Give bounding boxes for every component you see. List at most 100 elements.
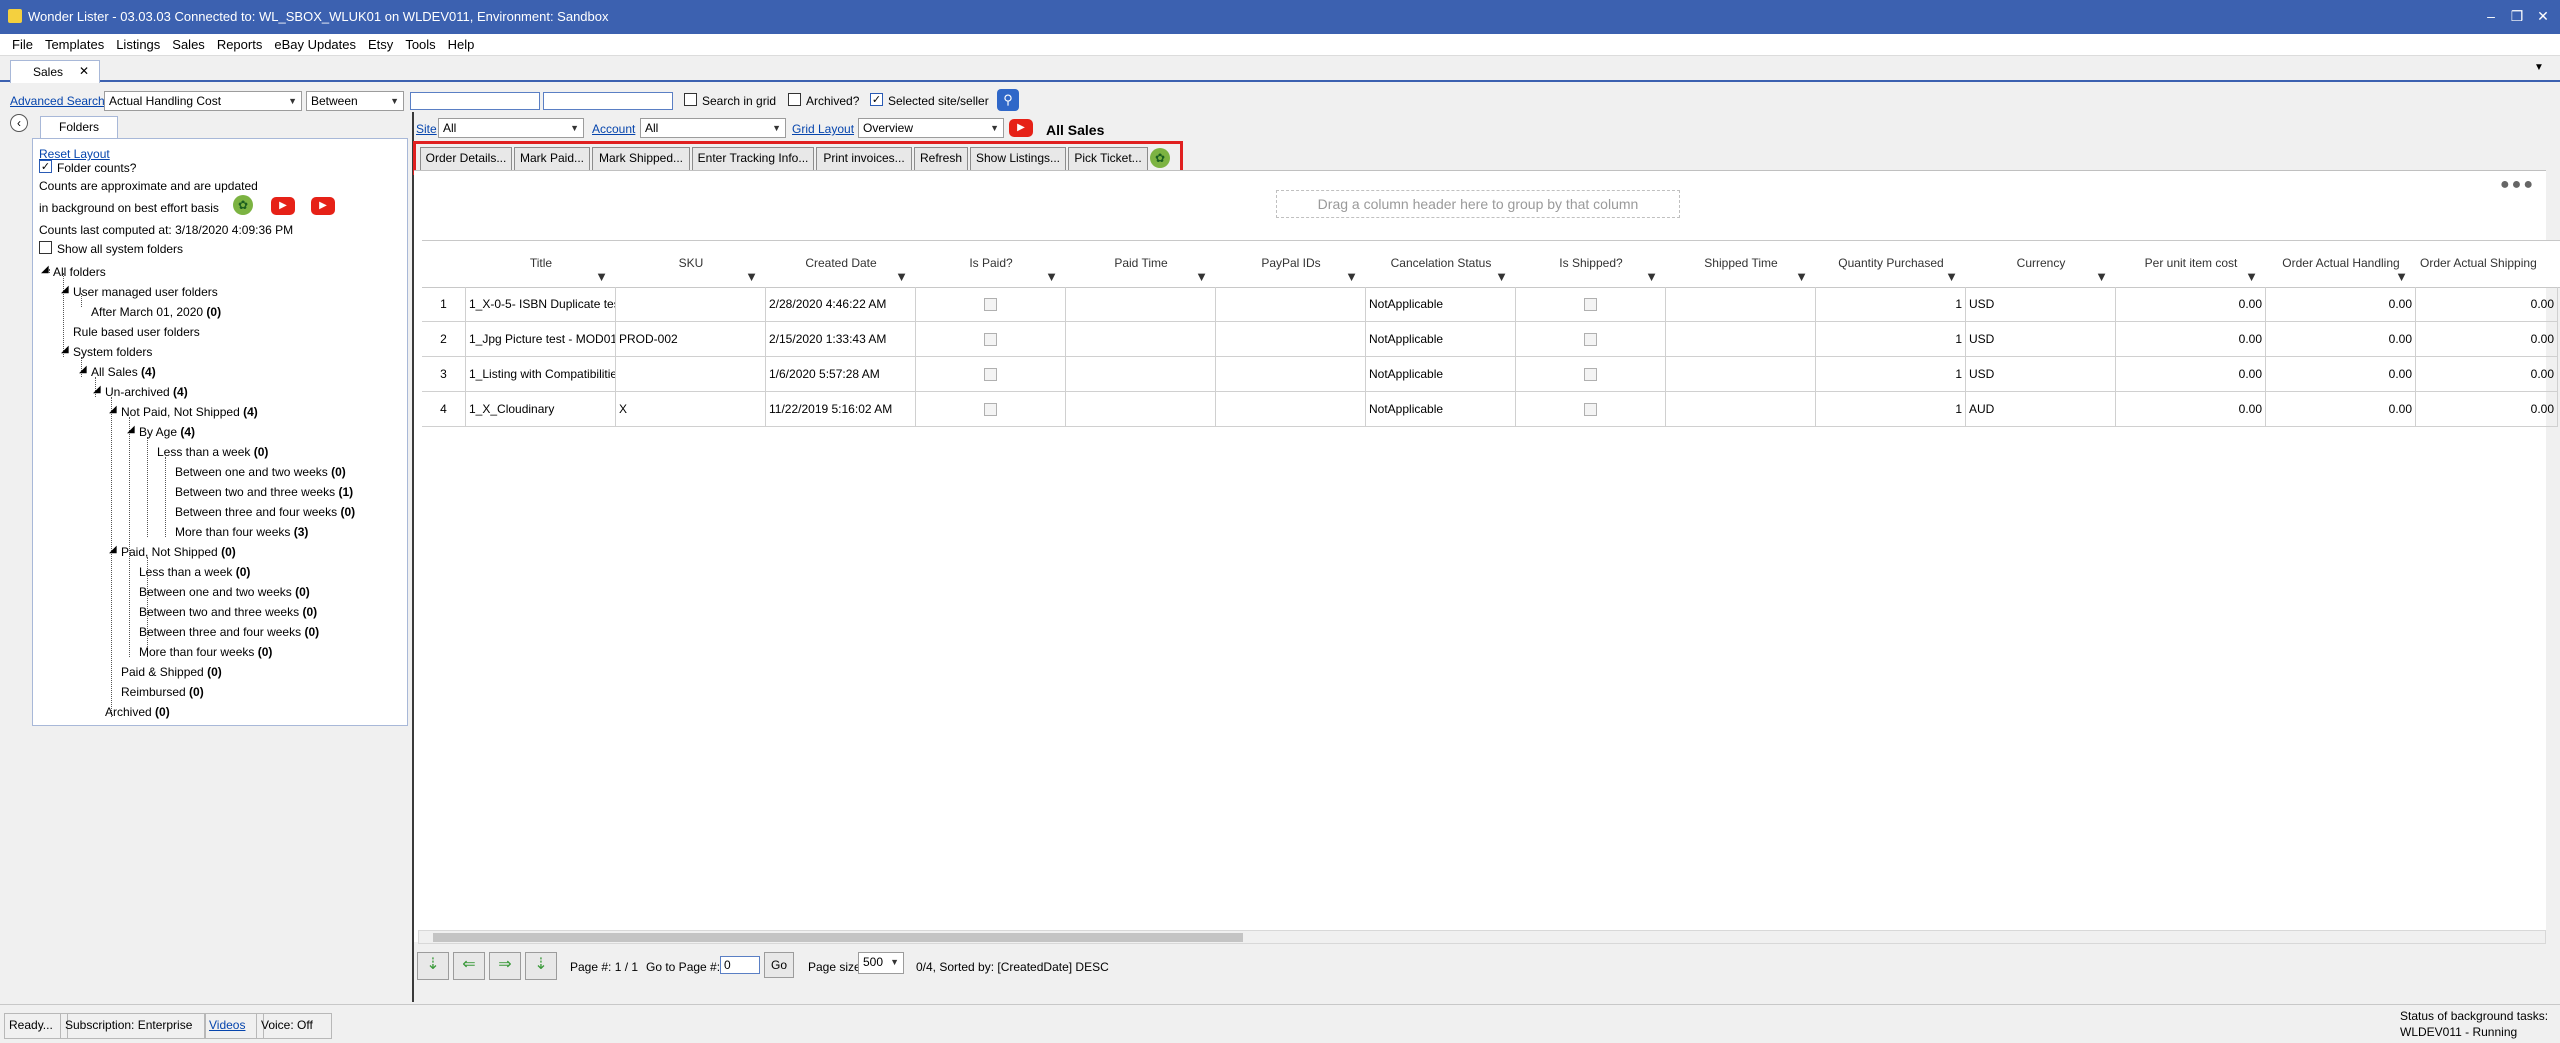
folder-counts-checkbox[interactable]: ✓ [39, 160, 52, 173]
row-number-cell[interactable]: 4 [422, 392, 466, 427]
grid-cell[interactable]: 1 [1816, 357, 1966, 392]
folder-tree-item[interactable]: After March 01, 2020 (0) [91, 305, 221, 319]
folder-tree-item[interactable]: All folders [53, 265, 106, 279]
row-number-header[interactable] [422, 240, 467, 288]
column-header[interactable]: Currency ▼ [1966, 240, 2117, 288]
pick-ticket-button[interactable]: Pick Ticket... [1068, 147, 1148, 171]
folder-tree-item[interactable]: Not Paid, Not Shipped (4) [121, 405, 258, 419]
grid-cell[interactable]: USD [1966, 357, 2116, 392]
grid-cell[interactable]: 1 [1816, 392, 1966, 427]
grid-cell[interactable]: NotApplicable [1366, 392, 1516, 427]
menu-etsy[interactable]: Etsy [362, 34, 399, 56]
grid-cell[interactable]: X [616, 392, 766, 427]
column-header[interactable]: Title ▼ [466, 240, 617, 288]
maximize-button[interactable]: ❒ [2506, 6, 2528, 26]
account-link[interactable]: Account [592, 122, 635, 136]
column-header[interactable]: Order Actual Handling ▼ [2266, 240, 2417, 288]
column-header[interactable]: Per unit item cost ▼ [2116, 240, 2267, 288]
close-window-button[interactable]: ✕ [2532, 6, 2554, 26]
site-link[interactable]: Site [416, 122, 437, 136]
column-header[interactable]: Order Actual Shipping [2416, 240, 2560, 288]
leaf-icon[interactable]: ✿ [1150, 148, 1170, 168]
goto-page-input[interactable]: 0 [720, 956, 760, 974]
previous-page-icon[interactable]: ⇐ [453, 952, 485, 980]
search-operator-select[interactable]: Between ▼ [306, 91, 404, 111]
tab-sales[interactable]: Sales ✕ [10, 60, 100, 83]
column-header[interactable]: Is Paid? ▼ [916, 240, 1067, 288]
search-in-grid-checkbox[interactable] [684, 93, 697, 106]
grid-cell[interactable]: NotApplicable [1366, 322, 1516, 357]
selected-site-checkbox[interactable]: ✓ [870, 93, 883, 106]
account-select[interactable]: All ▼ [640, 118, 786, 138]
horizontal-scrollbar[interactable] [418, 930, 2546, 944]
grid-cell[interactable]: 0.00 [2416, 392, 2558, 427]
folder-tree-item[interactable]: All Sales (4) [91, 365, 156, 379]
grid-cell[interactable]: 0.00 [2116, 287, 2266, 322]
grid-cell[interactable]: 0.00 [2116, 357, 2266, 392]
folder-tree-item[interactable]: More than four weeks (0) [139, 645, 272, 659]
site-select[interactable]: All ▼ [438, 118, 584, 138]
folder-tree-item[interactable]: System folders [73, 345, 152, 359]
grid-cell[interactable] [1666, 322, 1816, 357]
column-header[interactable]: Is Shipped? ▼ [1516, 240, 1667, 288]
close-tab-icon[interactable]: ✕ [79, 64, 89, 78]
folder-tree-item[interactable]: Between three and four weeks (0) [139, 625, 319, 639]
menu-reports[interactable]: Reports [211, 34, 269, 56]
grid-cell[interactable]: 0.00 [2416, 322, 2558, 357]
grid-cell[interactable]: 1_Jpg Picture test - MOD01 [466, 322, 616, 357]
grid-cell[interactable] [1066, 357, 1216, 392]
expand-collapse-icon[interactable]: ◢ [109, 544, 117, 555]
column-header[interactable]: Cancelation Status ▼ [1366, 240, 1517, 288]
youtube-icon[interactable]: ▶ [311, 197, 335, 215]
grid-cell[interactable] [1666, 357, 1816, 392]
expand-collapse-icon[interactable]: ◢ [79, 364, 87, 375]
folder-tree-item[interactable]: Between one and two weeks (0) [139, 585, 310, 599]
menu-sales[interactable]: Sales [166, 34, 211, 56]
grid-cell[interactable]: AUD [1966, 392, 2116, 427]
grid-cell[interactable]: NotApplicable [1366, 357, 1516, 392]
menu-templates[interactable]: Templates [39, 34, 110, 56]
column-header[interactable]: Shipped Time ▼ [1666, 240, 1817, 288]
reset-layout-link[interactable]: Reset Layout [39, 147, 110, 161]
grid-cell[interactable] [616, 357, 766, 392]
mark-shipped-button[interactable]: Mark Shipped... [592, 147, 690, 171]
collapse-panel-button[interactable]: ‹ [10, 114, 28, 132]
grid-cell[interactable]: 1_Listing with Compatibilities [466, 357, 616, 392]
grid-cell[interactable]: NotApplicable [1366, 287, 1516, 322]
grid-cell[interactable] [1666, 392, 1816, 427]
column-header[interactable]: PayPal IDs ▼ [1216, 240, 1367, 288]
grid-cell[interactable]: PROD-002 [616, 322, 766, 357]
grid-cell[interactable]: USD [1966, 322, 2116, 357]
archived-checkbox[interactable] [788, 93, 801, 106]
search-button[interactable]: ⚲ [997, 89, 1019, 111]
grid-cell[interactable]: 0.00 [2266, 392, 2416, 427]
folder-tree-item[interactable]: User managed user folders [73, 285, 218, 299]
expand-collapse-icon[interactable]: ◢ [41, 264, 49, 275]
grid-cell[interactable]: 0.00 [2266, 322, 2416, 357]
order-details-button[interactable]: Order Details... [420, 147, 512, 171]
grid-cell[interactable]: 0.00 [2416, 287, 2558, 322]
search-field-select[interactable]: Actual Handling Cost ▼ [104, 91, 302, 111]
folder-tree-item[interactable]: More than four weeks (3) [175, 525, 308, 539]
search-value-from-input[interactable] [410, 92, 540, 110]
menu-file[interactable]: File [6, 34, 39, 56]
grid-cell[interactable] [1216, 287, 1366, 322]
scrollbar-thumb[interactable] [433, 933, 1243, 942]
grid-cell[interactable] [1066, 322, 1216, 357]
grid-cell[interactable]: 0.00 [2116, 392, 2266, 427]
grid-cell[interactable]: USD [1966, 287, 2116, 322]
grid-cell[interactable]: 1_X-0-5- ISBN Duplicate test [466, 287, 616, 322]
videos-link-cell[interactable]: Videos [204, 1013, 264, 1039]
grid-cell[interactable]: 1_X_Cloudinary [466, 392, 616, 427]
print-invoices-button[interactable]: Print invoices... [816, 147, 912, 171]
youtube-icon[interactable]: ▶ [1009, 119, 1033, 137]
column-header[interactable]: Quantity Purchased ▼ [1816, 240, 1967, 288]
tab-overflow-icon[interactable]: ▼ [2534, 62, 2544, 73]
grid-cell[interactable] [1216, 322, 1366, 357]
folder-tree-item[interactable]: Archived (0) [105, 705, 170, 719]
grid-layout-select[interactable]: Overview ▼ [858, 118, 1004, 138]
folder-tree-item[interactable]: Reimbursed (0) [121, 685, 204, 699]
grid-cell[interactable]: 0.00 [2416, 357, 2558, 392]
folder-tree-item[interactable]: Between one and two weeks (0) [175, 465, 346, 479]
folder-tree-item[interactable]: Un-archived (4) [105, 385, 188, 399]
